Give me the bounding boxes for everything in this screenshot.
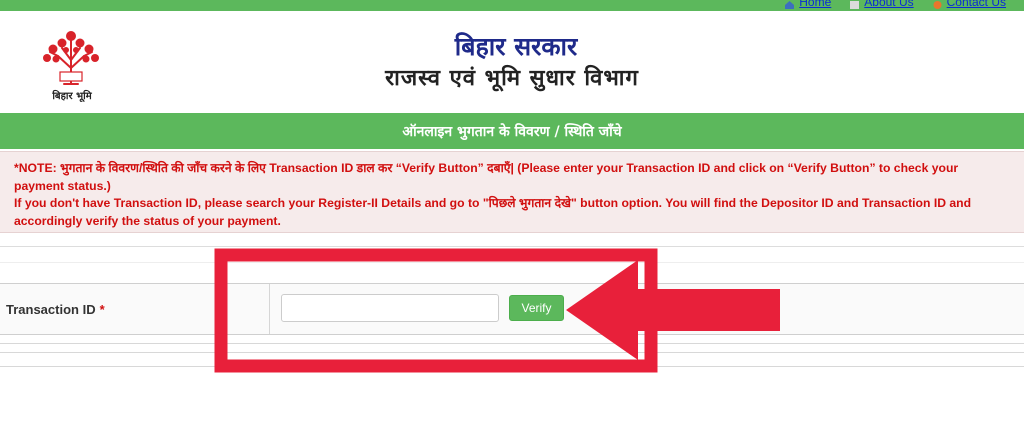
- page-title-banner: ऑनलाइन भुगतान के विवरण / स्थिति जाँचे: [0, 113, 1024, 149]
- page-title: ऑनलाइन भुगतान के विवरण / स्थिति जाँचे: [402, 123, 622, 140]
- home-link[interactable]: Home: [784, 0, 831, 9]
- required-mark: *: [99, 301, 105, 317]
- info-icon: [849, 0, 860, 9]
- top-bar: Home About Us Contact Us: [0, 0, 1024, 11]
- department-title: राजस्व एवं भूमि सुधार विभाग: [385, 65, 639, 91]
- note-box: *NOTE: भुगतान के विवरण/स्थिति की जाँच कर…: [0, 151, 1024, 233]
- note-line-register-info: If you don't have Transaction ID, please…: [14, 196, 972, 228]
- table-row-divider: [0, 366, 1024, 367]
- table-row-divider: [0, 352, 1024, 353]
- transaction-id-label-cell: Transaction ID *: [0, 284, 270, 334]
- contact-us-link-label: Contact Us: [946, 0, 1006, 9]
- home-icon: [784, 0, 795, 9]
- divider: [0, 262, 1024, 263]
- home-link-label: Home: [799, 0, 832, 9]
- about-us-link-label: About Us: [864, 0, 914, 9]
- table-row-divider: [0, 343, 1024, 344]
- transaction-id-label: Transaction ID: [6, 301, 96, 317]
- phone-icon: [932, 0, 943, 9]
- divider: [0, 246, 1024, 247]
- transaction-id-input[interactable]: [281, 294, 499, 322]
- government-title: बिहार सरकार: [454, 32, 578, 61]
- contact-us-link[interactable]: Contact Us: [932, 0, 1006, 9]
- transaction-id-row: Transaction ID * Verify: [0, 283, 1024, 335]
- top-navigation: Home About Us Contact Us: [784, 0, 1006, 9]
- about-us-link[interactable]: About Us: [849, 0, 914, 9]
- note-line-hindi-english: *NOTE: भुगतान के विवरण/स्थिति की जाँच कर…: [14, 161, 959, 193]
- verify-button[interactable]: Verify: [509, 295, 564, 321]
